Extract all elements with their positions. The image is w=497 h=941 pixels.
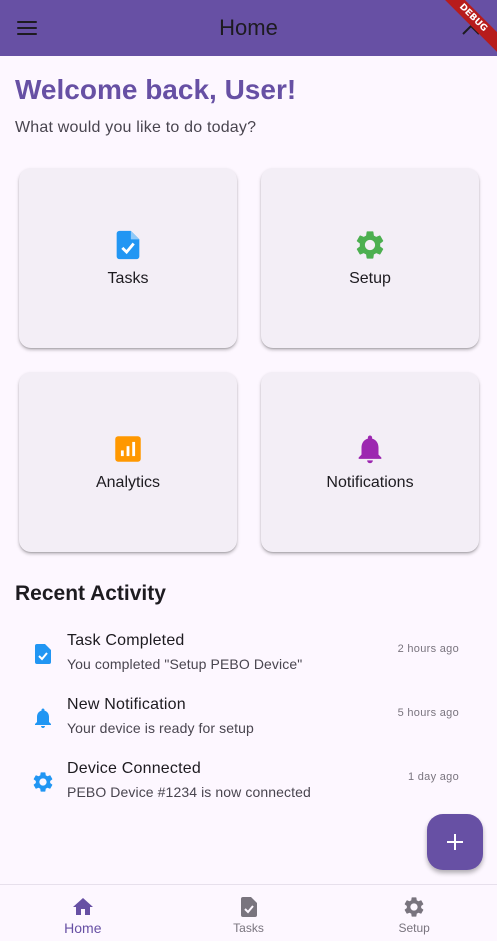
task-document-icon [35, 644, 51, 664]
analytics-card[interactable]: Analytics [19, 372, 237, 552]
tasks-card[interactable]: Tasks [19, 168, 237, 348]
gear-icon [33, 772, 53, 792]
analytics-chart-icon [115, 436, 141, 462]
notifications-card[interactable]: Notifications [261, 372, 479, 552]
bell-icon [35, 708, 51, 728]
nav-item-tasks[interactable]: Tasks [166, 885, 332, 941]
activity-subtitle: You completed "Setup PEBO Device" [67, 656, 303, 672]
app-bar: Home DEBUG [0, 0, 497, 59]
task-document-icon [240, 897, 257, 917]
activity-title: Task Completed [67, 632, 185, 649]
bell-icon [358, 435, 382, 464]
add-fab-button[interactable] [427, 814, 483, 870]
bottom-navigation: Home Tasks Setup [0, 884, 497, 941]
card-label: Tasks [107, 270, 149, 287]
welcome-subtitle: What would you like to do today? [15, 119, 257, 136]
welcome-heading: Welcome back, User! [15, 74, 297, 105]
activity-time: 2 hours ago [397, 643, 459, 655]
activity-time: 5 hours ago [397, 707, 459, 719]
list-item[interactable]: Task Completed You completed "Setup PEBO… [0, 624, 497, 684]
plus-icon [447, 834, 463, 850]
activity-subtitle: Your device is ready for setup [67, 720, 254, 736]
activity-title: New Notification [67, 696, 186, 713]
page-title: Home [219, 15, 278, 40]
recent-activity-heading: Recent Activity [15, 582, 166, 605]
gear-icon [404, 897, 424, 917]
list-item[interactable]: Device Connected PEBO Device #1234 is no… [0, 752, 497, 812]
nav-label: Tasks [233, 921, 264, 935]
setup-card[interactable]: Setup [261, 168, 479, 348]
home-icon [72, 898, 93, 915]
nav-item-setup[interactable]: Setup [331, 885, 497, 941]
card-label: Notifications [326, 474, 414, 491]
activity-subtitle: PEBO Device #1234 is now connected [67, 784, 311, 800]
card-label: Setup [349, 270, 391, 287]
card-label: Analytics [95, 474, 161, 491]
activity-time: 1 day ago [407, 771, 459, 783]
hamburger-menu-icon[interactable] [14, 14, 40, 42]
task-document-icon [116, 230, 140, 260]
list-item[interactable]: New Notification Your device is ready fo… [0, 688, 497, 748]
debug-banner: DEBUG [437, 0, 497, 60]
nav-label: Home [64, 920, 102, 936]
activity-title: Device Connected [67, 760, 201, 777]
gear-icon [356, 231, 384, 259]
nav-label: Setup [398, 921, 430, 935]
nav-item-home[interactable]: Home [0, 885, 166, 941]
